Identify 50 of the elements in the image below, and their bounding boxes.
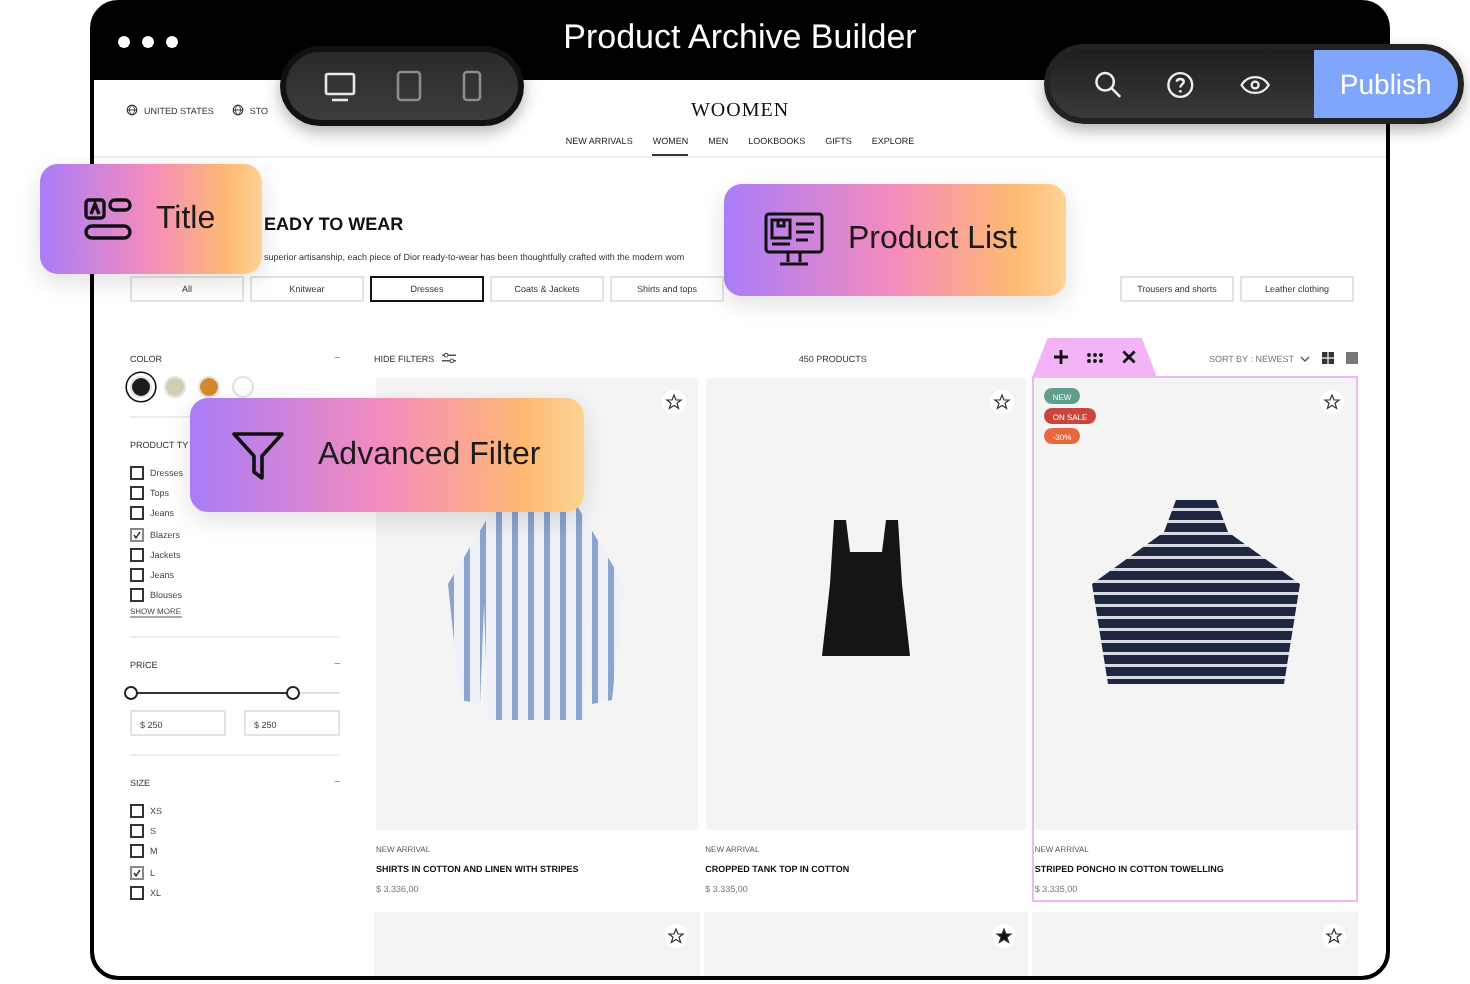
close-icon[interactable] [1121, 350, 1136, 364]
color-swatch[interactable] [130, 376, 152, 398]
color-swatch[interactable] [232, 376, 254, 398]
drag-handle-icon[interactable] [1085, 351, 1104, 363]
page-heading: EADY TO WEAR [264, 214, 406, 234]
checkbox[interactable] [130, 527, 144, 542]
color-swatch[interactable] [164, 376, 186, 398]
color-swatch[interactable] [198, 376, 220, 398]
checkbox[interactable] [130, 824, 144, 839]
window-title: Product Archive Builder [563, 18, 917, 58]
checkbox[interactable] [130, 588, 144, 603]
star-icon[interactable] [661, 390, 686, 414]
store-logo[interactable]: WOOMEN [690, 99, 790, 121]
search-icon[interactable] [1094, 67, 1123, 101]
widget-label[interactable]: Advanced Filter [190, 398, 584, 512]
single-view-icon[interactable] [1345, 352, 1358, 364]
checkbox[interactable] [130, 568, 144, 583]
price-slider[interactable] [130, 686, 340, 699]
star-icon[interactable] [1322, 924, 1346, 948]
checkbox[interactable] [130, 865, 144, 880]
checkbox[interactable] [130, 547, 144, 562]
star-icon[interactable] [990, 390, 1015, 414]
plus-icon[interactable] [1053, 350, 1068, 364]
eye-icon[interactable] [1239, 71, 1270, 97]
checkbox[interactable] [130, 885, 144, 900]
chevron-down-icon[interactable] [1299, 355, 1310, 361]
tablet-icon[interactable] [395, 70, 421, 102]
slider-handle[interactable] [285, 685, 300, 700]
globe-icon [231, 104, 244, 116]
phone-icon[interactable] [461, 70, 481, 102]
slider-handle[interactable] [124, 685, 138, 700]
checkbox[interactable] [130, 803, 144, 818]
monitor-icon [764, 212, 824, 268]
more-icon[interactable] [118, 36, 178, 48]
checkbox[interactable] [130, 844, 144, 859]
title-icon [84, 195, 132, 243]
grid-view-icon[interactable] [1321, 352, 1334, 364]
checkbox[interactable] [130, 465, 144, 480]
widget-label[interactable]: Title [40, 164, 262, 274]
star-icon[interactable] [992, 924, 1017, 948]
globe-icon [126, 104, 138, 116]
filter-icon [230, 427, 286, 483]
star-icon[interactable] [1320, 390, 1344, 414]
help-icon[interactable] [1166, 67, 1196, 101]
desktop-icon[interactable] [323, 70, 355, 102]
checkbox[interactable] [130, 485, 144, 500]
widget-label[interactable]: Product List [724, 184, 1066, 296]
checkbox[interactable] [130, 506, 144, 521]
filter-sliders-icon[interactable] [442, 352, 457, 364]
star-icon[interactable] [663, 924, 688, 948]
